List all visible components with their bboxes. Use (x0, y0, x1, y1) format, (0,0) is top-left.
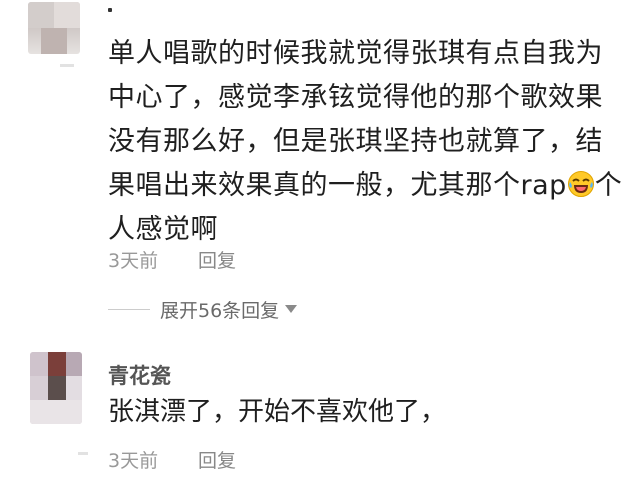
laugh-cry-emoji-icon (567, 171, 594, 197)
avatar[interactable] (30, 352, 82, 424)
avatar-mosaic-block (54, 2, 80, 28)
comment-timestamp: 3天前 (108, 250, 159, 272)
avatar-mosaic-block (30, 352, 48, 376)
comment-body: 张淇漂了，开始不喜欢他了， (108, 397, 447, 427)
comment-thread: 单人唱歌的时候我就觉得张琪有点自我为中心了，感觉李承铉觉得他的那个歌效果没有那么… (0, 0, 640, 490)
comment-body: 单人唱歌的时候我就觉得张琪有点自我为中心了，感觉李承铉觉得他的那个歌效果没有那么… (108, 32, 630, 252)
reply-button[interactable]: 回复 (198, 446, 236, 473)
comment-username[interactable]: 青花瓷 (108, 360, 171, 390)
avatar[interactable] (28, 2, 80, 54)
expand-replies-label: 展开56条回复 (160, 299, 280, 322)
comment-timestamp: 3天前 (108, 450, 159, 472)
avatar-mosaic-block (66, 376, 82, 400)
avatar-mosaic-block (30, 376, 48, 400)
expand-replies-button[interactable]: 展开56条回复 (108, 296, 298, 322)
divider-mark (60, 64, 74, 67)
reply-button[interactable]: 回复 (198, 246, 236, 273)
avatar-mosaic-block (28, 2, 54, 28)
username-placeholder (108, 8, 112, 12)
avatar-mosaic-block (48, 352, 66, 376)
comment-text-part: 单人唱歌的时候我就觉得张琪有点自我为中心了，感觉李承铉觉得他的那个歌效果没有那么… (108, 38, 603, 201)
avatar-mosaic-block (48, 376, 66, 400)
divider-mark (78, 452, 88, 455)
expand-divider-line (108, 308, 150, 310)
avatar-mosaic-block (41, 28, 67, 54)
avatar-mosaic-block (66, 352, 82, 376)
avatar-mosaic-block (30, 400, 82, 424)
chevron-down-icon (285, 305, 298, 313)
